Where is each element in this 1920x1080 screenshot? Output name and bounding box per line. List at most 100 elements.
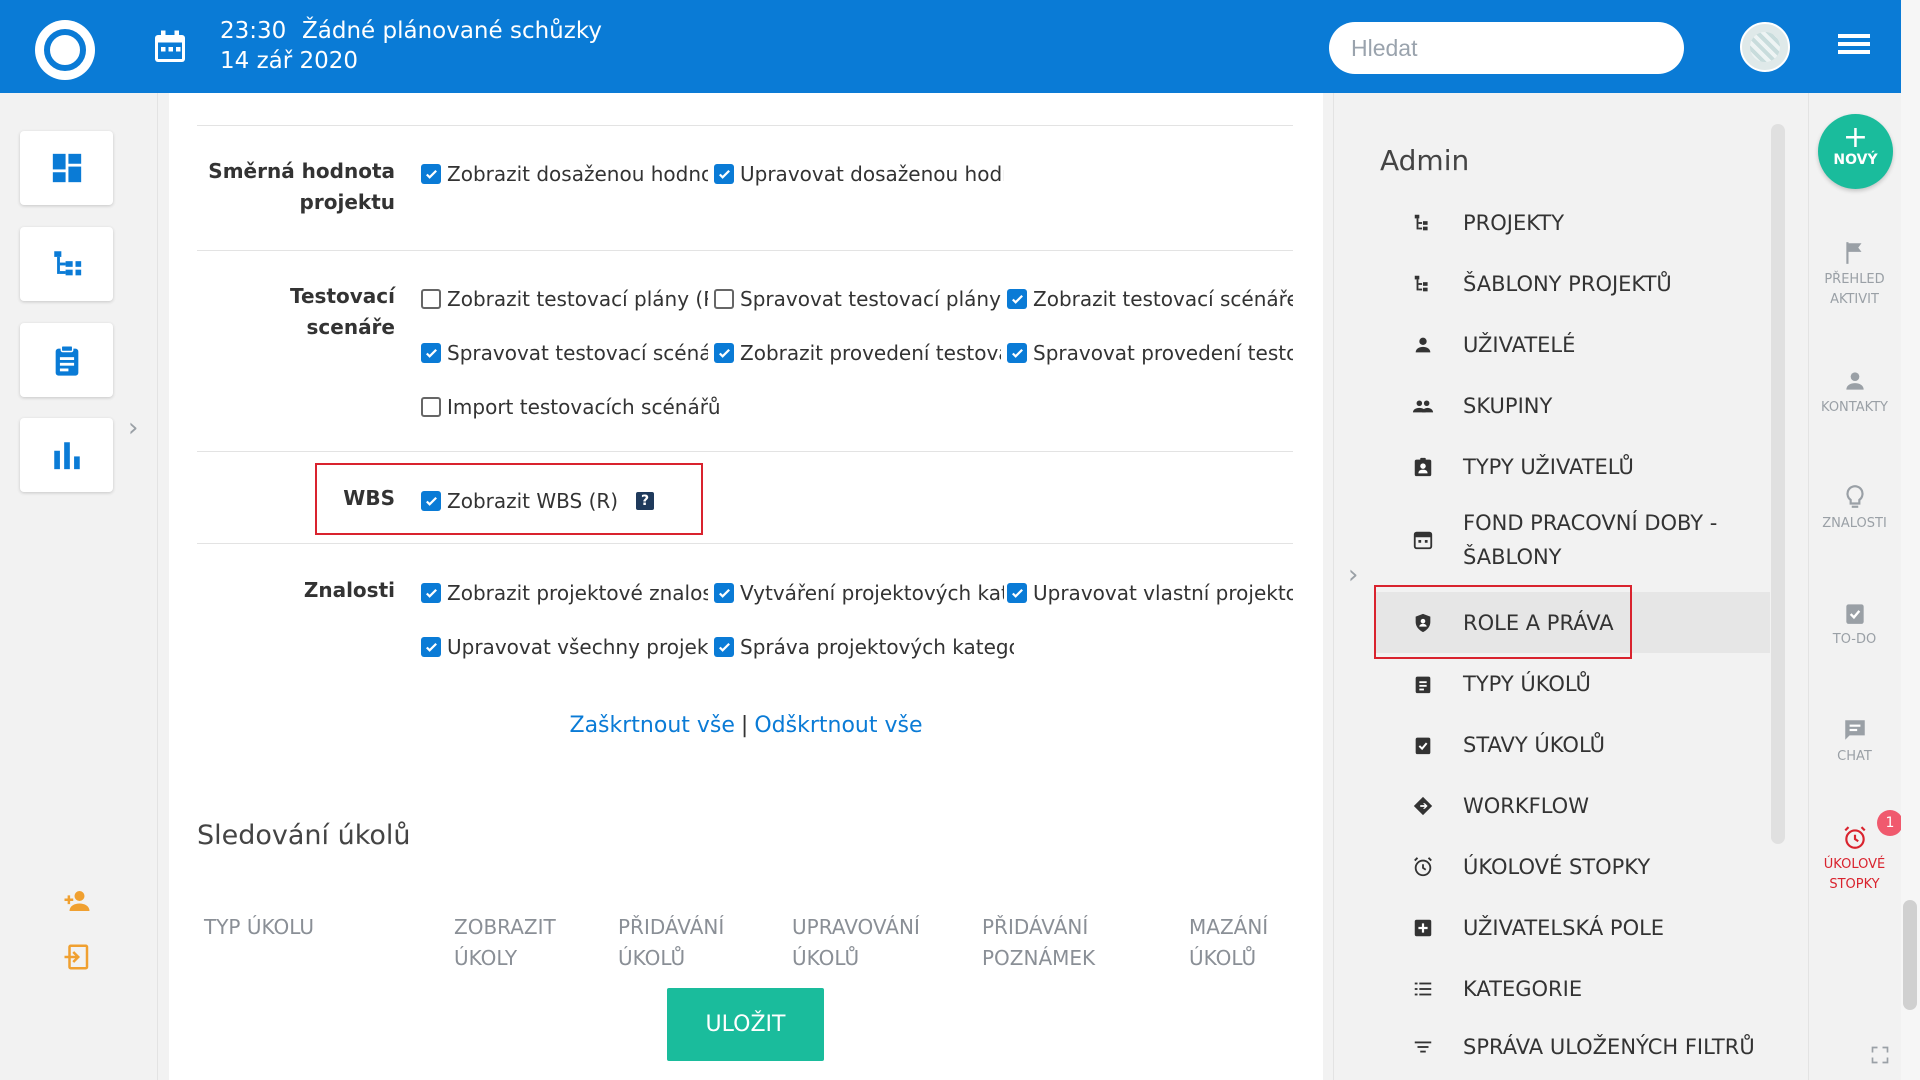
admin-item-typy-ukolu[interactable]: Typy úkolů: [1375, 653, 1770, 714]
expand-icon[interactable]: [1870, 1045, 1890, 1065]
logout-icon[interactable]: [62, 942, 92, 972]
checkbox-checked[interactable]: [1007, 289, 1027, 309]
list-icon: [1405, 978, 1441, 1000]
checkbox-label: Import testovacích scénářů: [447, 395, 721, 419]
page-scrollbar-thumb[interactable]: [1903, 900, 1917, 1010]
checkbox-test-7[interactable]: Import testovacích scénářů: [421, 395, 741, 419]
rail-item-label: Chat: [1837, 749, 1872, 764]
checkbox-label: Zobrazit WBS (R): [447, 489, 619, 513]
admin-item-label: Skupiny: [1463, 393, 1553, 418]
filter-icon: [1405, 1036, 1441, 1058]
checkbox-test-4[interactable]: Spravovat testovací scénáře: [421, 341, 708, 365]
checkbox-label: Upravovat dosaženou hodno: [740, 162, 1004, 186]
admin-item-skupiny[interactable]: Skupiny: [1375, 375, 1770, 436]
checkbox-znalosti-5[interactable]: Správa projektových katego: [714, 635, 1014, 659]
chevron-right-icon[interactable]: ›: [1348, 560, 1358, 590]
admin-item-typy-uzivatelu[interactable]: Typy uživatelů: [1375, 436, 1770, 497]
checkbox-label: Zobrazit projektové znalost: [447, 581, 708, 605]
alarm-clock-icon: [1843, 826, 1866, 849]
add-user-icon[interactable]: [62, 886, 92, 916]
tree-icon: [1405, 273, 1441, 295]
admin-item-projekty[interactable]: Projekty: [1375, 192, 1770, 253]
checkbox-unchecked[interactable]: [421, 397, 441, 417]
checkbox-checked[interactable]: [1007, 583, 1027, 603]
checkbox-checked[interactable]: [714, 343, 734, 363]
checkbox-test-1[interactable]: Zobrazit testovací plány (R): [421, 287, 708, 311]
checkbox-label: Zobrazit testovací plány (R): [447, 287, 708, 311]
rail-item-activity[interactable]: Přehled aktivit: [1808, 240, 1901, 310]
user-icon: [1845, 372, 1864, 390]
admin-item-stavy-ukolu[interactable]: Stavy úkolů: [1375, 714, 1770, 775]
rail-item-label: Úkolové stopky: [1823, 857, 1886, 892]
checkbox-test-5[interactable]: Zobrazit provedení testovac: [714, 341, 1001, 365]
admin-item-label: Úkolové stopky: [1463, 854, 1651, 879]
uncheck-all-link[interactable]: Odškrtnout vše: [754, 713, 922, 738]
help-icon[interactable]: ?: [636, 492, 655, 510]
reports-button[interactable]: [20, 418, 113, 492]
workflow-icon: [1405, 795, 1441, 817]
admin-item-uzivatelska-pole[interactable]: Uživatelská pole: [1375, 897, 1770, 958]
admin-item-ukolove-stopky[interactable]: Úkolové stopky: [1375, 836, 1770, 897]
checkbox-znalosti-3[interactable]: Upravovat vlastní projektov: [1007, 581, 1293, 605]
table-header: Typ úkolu: [204, 915, 315, 939]
row-label-smerna: Směrná hodnota projektu: [208, 159, 395, 214]
search-input[interactable]: [1329, 22, 1684, 74]
user-avatar[interactable]: [1740, 22, 1790, 72]
calendar-icon[interactable]: [152, 29, 188, 65]
checkbox-unchecked[interactable]: [421, 289, 441, 309]
checkbox-test-2[interactable]: Spravovat testovací plány: [714, 287, 1001, 311]
checkbox-test-3[interactable]: Zobrazit testovací scénáře (I: [1007, 287, 1293, 311]
row-label-testovaci: Testovací scenáře: [290, 284, 395, 339]
clipboard-check-icon: [1405, 734, 1441, 756]
checkbox-checked[interactable]: [421, 343, 441, 363]
checkbox-checked[interactable]: [421, 164, 441, 184]
checkbox-checked[interactable]: [421, 491, 441, 511]
chevron-right-icon[interactable]: ›: [128, 413, 138, 443]
admin-item-label: Uživatelé: [1463, 332, 1576, 357]
admin-item-kategorie[interactable]: Kategorie: [1375, 958, 1770, 1019]
checkbox-znalosti-1[interactable]: Zobrazit projektové znalost: [421, 581, 708, 605]
admin-item-uzivatele[interactable]: Uživatelé: [1375, 314, 1770, 375]
admin-scrollbar[interactable]: [1771, 124, 1785, 844]
checkbox-checked[interactable]: [421, 637, 441, 657]
tasks-button[interactable]: [20, 323, 113, 397]
calendar-icon: [1405, 529, 1441, 551]
checkbox-smerna-1[interactable]: Zobrazit dosaženou hodnot: [421, 162, 708, 186]
checkbox-checked[interactable]: [421, 583, 441, 603]
admin-item-sablony[interactable]: Šablony projektů: [1375, 253, 1770, 314]
admin-item-filtry[interactable]: Správa uložených filtrů: [1375, 1019, 1770, 1075]
rail-item-label: To-do: [1832, 632, 1877, 647]
rail-item-todo[interactable]: To-do: [1808, 600, 1901, 650]
menu-icon[interactable]: [1838, 34, 1870, 60]
checkbox-checked[interactable]: [714, 164, 734, 184]
tree-icon: [1405, 212, 1441, 234]
projects-tree-button[interactable]: [20, 227, 113, 301]
checkbox-checked[interactable]: [1007, 343, 1027, 363]
checkbox-smerna-2[interactable]: Upravovat dosaženou hodno: [714, 162, 1004, 186]
checkbox-label: Spravovat testovací scénáře: [447, 341, 708, 365]
divider: [197, 451, 1293, 452]
bar-chart-icon: [53, 442, 80, 470]
app-logo[interactable]: [35, 20, 95, 80]
checkbox-label: Spravovat provedení testova: [1033, 341, 1293, 365]
checkbox-znalosti-2[interactable]: Vytváření projektových kate: [714, 581, 1004, 605]
admin-item-fond[interactable]: Fond pracovní doby - šablony: [1375, 497, 1770, 583]
save-button[interactable]: ULOŽIT: [667, 988, 824, 1061]
admin-item-workflow[interactable]: Workflow: [1375, 775, 1770, 836]
new-button[interactable]: + NOVÝ: [1818, 114, 1893, 189]
rail-item-contacts[interactable]: Kontakty: [1808, 368, 1901, 418]
check-all-link[interactable]: Zaškrtnout vše: [570, 713, 735, 738]
dashboard-button[interactable]: [20, 131, 113, 205]
table-header: Mazání úkolů: [1189, 915, 1269, 970]
rail-item-knowledge[interactable]: Znalosti: [1808, 484, 1901, 534]
plus-icon: +: [1842, 120, 1869, 155]
checkbox-znalosti-4[interactable]: Upravovat všechny projekto: [421, 635, 708, 659]
checkbox-unchecked[interactable]: [714, 289, 734, 309]
checkbox-test-6[interactable]: Spravovat provedení testova: [1007, 341, 1293, 365]
meeting-status[interactable]: Žádné plánované schůzky: [302, 18, 602, 44]
checkbox-checked[interactable]: [714, 583, 734, 603]
divider: [197, 125, 1293, 126]
checkbox-checked[interactable]: [714, 637, 734, 657]
rail-item-chat[interactable]: Chat: [1808, 717, 1901, 767]
checkbox-wbs[interactable]: Zobrazit WBS (R)?: [421, 489, 721, 513]
